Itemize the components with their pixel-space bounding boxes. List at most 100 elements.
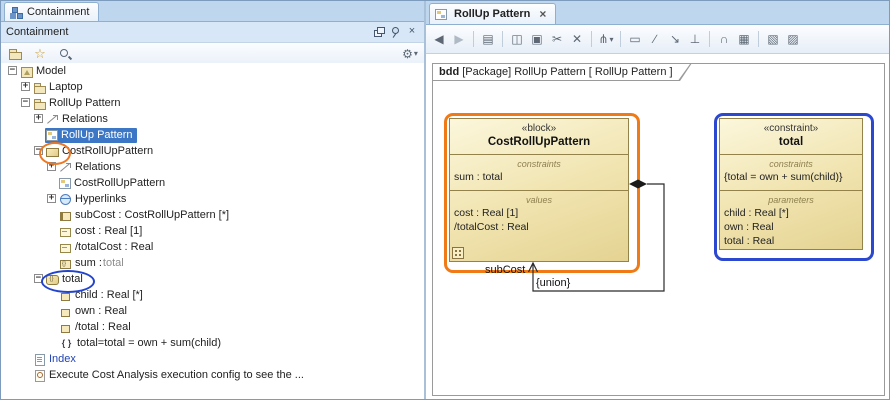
block-stereotype: «block»: [452, 123, 626, 135]
tree-item-label-muted: total: [103, 257, 125, 269]
favorites-star-icon[interactable]: ☆: [31, 45, 49, 63]
tree-item-label: /total : Real: [75, 321, 132, 333]
tree-item-content: Model: [19, 64, 70, 79]
draw-arrow-icon[interactable]: ↘: [666, 30, 684, 48]
tree-item-hyperlinks[interactable]: Hyperlinks: [1, 191, 424, 207]
tree-item-model[interactable]: Model: [1, 63, 424, 79]
diagram-frame-header: bdd [Package] RollUp Pattern [ RollUp Pa…: [432, 63, 692, 81]
toolbar-separator: [591, 31, 592, 47]
tree-item-index[interactable]: Index: [1, 351, 424, 367]
nav-back-glyph: ◀: [434, 32, 443, 46]
compartment-item-cost-real-1[interactable]: cost : Real [1]: [450, 206, 628, 220]
tree-indent-spacer: [46, 223, 58, 239]
close-panel-icon[interactable]: ×: [405, 25, 419, 39]
compartment-item-totalcost-real[interactable]: /totalCost : Real: [450, 220, 628, 234]
cut-icon[interactable]: ✂: [548, 30, 566, 48]
tab-containment[interactable]: Containment: [4, 2, 99, 21]
panel-title: Containment: [6, 26, 368, 38]
paste-icon[interactable]: ▣: [528, 30, 546, 48]
expand-plus-icon[interactable]: [33, 111, 45, 127]
compartment-item-child-real[interactable]: child : Real [*]: [720, 206, 862, 220]
tree-item-label: RollUp Pattern: [49, 97, 122, 109]
tree-item-cost-real-1[interactable]: cost : Real [1]: [1, 223, 424, 239]
draw-path-icon[interactable]: ∕: [646, 30, 664, 48]
expand-plus-icon[interactable]: [46, 159, 58, 175]
nav-forward-icon[interactable]: ▶: [450, 30, 468, 48]
diagram-header-rest: [Package] RollUp Pattern [ RollUp Patter…: [459, 66, 672, 78]
perpendicular-style-icon[interactable]: ⊥: [686, 30, 704, 48]
copy-glyph: ◫: [511, 32, 522, 46]
tree-item-sum-total[interactable]: sum : total: [1, 255, 424, 271]
tree-item-costrolluppattern[interactable]: CostRollUpPattern: [1, 143, 424, 159]
show-grid-icon[interactable]: ▦: [735, 30, 753, 48]
tree-item-content: /total : Real: [58, 320, 135, 335]
compartment-parameters: parameterschild : Real [*]own : Realtota…: [720, 191, 862, 250]
lock-diagram-icon[interactable]: ▨: [784, 30, 802, 48]
nav-back-icon[interactable]: ◀: [430, 30, 448, 48]
collapse-minus-icon[interactable]: [7, 63, 19, 79]
copy-icon[interactable]: ◫: [508, 30, 526, 48]
tree-item-label: Model: [36, 65, 67, 77]
snap-magnet-icon[interactable]: ∩: [715, 30, 733, 48]
tree-item-content: Relations: [58, 160, 125, 175]
tree-item-content: total: [45, 272, 87, 287]
tree-item-execute-cost-analysis-execution-config-to-see-the[interactable]: Execute Cost Analysis execution config t…: [1, 367, 424, 383]
diagram-canvas[interactable]: bdd [Package] RollUp Pattern [ RollUp Pa…: [426, 54, 890, 399]
collapse-minus-icon[interactable]: [33, 271, 45, 287]
tree-item-relations[interactable]: Relations: [1, 111, 424, 127]
expand-plus-icon[interactable]: [46, 191, 58, 207]
tree-item-content: /totalCost : Real: [58, 240, 157, 255]
tree-item-laptop[interactable]: Laptop: [1, 79, 424, 95]
tree-item-label: Relations: [62, 113, 109, 125]
compartment-item-sum-total[interactable]: sum : total: [450, 170, 628, 184]
block-total-constraint[interactable]: «constraint» total constraints{total = o…: [719, 118, 863, 250]
expand-plus-icon[interactable]: [20, 79, 32, 95]
show-in-containment-icon[interactable]: ▤: [479, 30, 497, 48]
tree-item-total-real[interactable]: /total : Real: [1, 319, 424, 335]
collapse-minus-icon[interactable]: [20, 95, 32, 111]
close-tab-icon[interactable]: ×: [539, 9, 546, 19]
block-name: CostRollUpPattern: [452, 135, 626, 150]
tree-item-content: Relations: [45, 112, 112, 127]
float-window-icon[interactable]: [371, 25, 385, 39]
save-as-image-icon[interactable]: ▧: [764, 30, 782, 48]
pin-panel-icon[interactable]: [388, 25, 402, 39]
block-costrolluppattern[interactable]: «block» CostRollUpPattern constraintssum…: [449, 118, 629, 262]
parameter-icon: [59, 289, 72, 302]
parameter-icon: [59, 321, 72, 334]
tree-item-label: total=total = own + sum(child): [77, 337, 222, 349]
open-specification-folder-icon[interactable]: [6, 45, 24, 63]
settings-gear-icon[interactable]: ⚙ ▾: [401, 45, 419, 63]
hyperlinks-icon: [59, 193, 72, 206]
block-compartments: constraintssum : totalvaluescost : Real …: [450, 155, 628, 240]
tree-item-rollup-pattern[interactable]: RollUp Pattern: [1, 127, 424, 143]
tree-item-content: Laptop: [32, 80, 87, 95]
add-note-icon[interactable]: ▭: [626, 30, 644, 48]
tree-item-costrolluppattern[interactable]: CostRollUpPattern: [1, 175, 424, 191]
parameter-icon: [59, 305, 72, 318]
quick-layout-icon[interactable]: ⋔▾: [597, 30, 615, 48]
search-icon[interactable]: [56, 45, 74, 63]
constraint-property-icon: [59, 257, 72, 270]
tree-item-child-real[interactable]: child : Real [*]: [1, 287, 424, 303]
tab-rollup-pattern-diagram[interactable]: RollUp Pattern ×: [429, 3, 556, 24]
tree-item-totalcost-real[interactable]: /totalCost : Real: [1, 239, 424, 255]
tree-item-rollup-pattern[interactable]: RollUp Pattern: [1, 95, 424, 111]
collapse-minus-icon[interactable]: [33, 143, 45, 159]
delete-icon[interactable]: ✕: [568, 30, 586, 48]
tree-item-relations[interactable]: Relations: [1, 159, 424, 175]
bdd-diagram-icon: [435, 9, 447, 20]
compartment-item-total-own-sum-child[interactable]: {total = own + sum(child)}: [720, 170, 862, 184]
compartment-item-total-real[interactable]: total : Real: [720, 234, 862, 248]
value-property-icon: [59, 225, 72, 238]
tree-item-label: CostRollUpPattern: [74, 177, 166, 189]
paste-glyph: ▣: [531, 32, 542, 46]
tree-item-subcost-costrolluppattern[interactable]: subCost : CostRollUpPattern [*]: [1, 207, 424, 223]
union-constraint-label[interactable]: {union}: [536, 277, 570, 289]
tab-containment-label: Containment: [27, 6, 89, 18]
compartment-item-own-real[interactable]: own : Real: [720, 220, 862, 234]
tree-item-total[interactable]: total: [1, 271, 424, 287]
subcost-role-label[interactable]: subCost: [485, 264, 525, 276]
tree-item-total-total-own-sum-child[interactable]: { }total=total = own + sum(child): [1, 335, 424, 351]
tree-item-own-real[interactable]: own : Real: [1, 303, 424, 319]
